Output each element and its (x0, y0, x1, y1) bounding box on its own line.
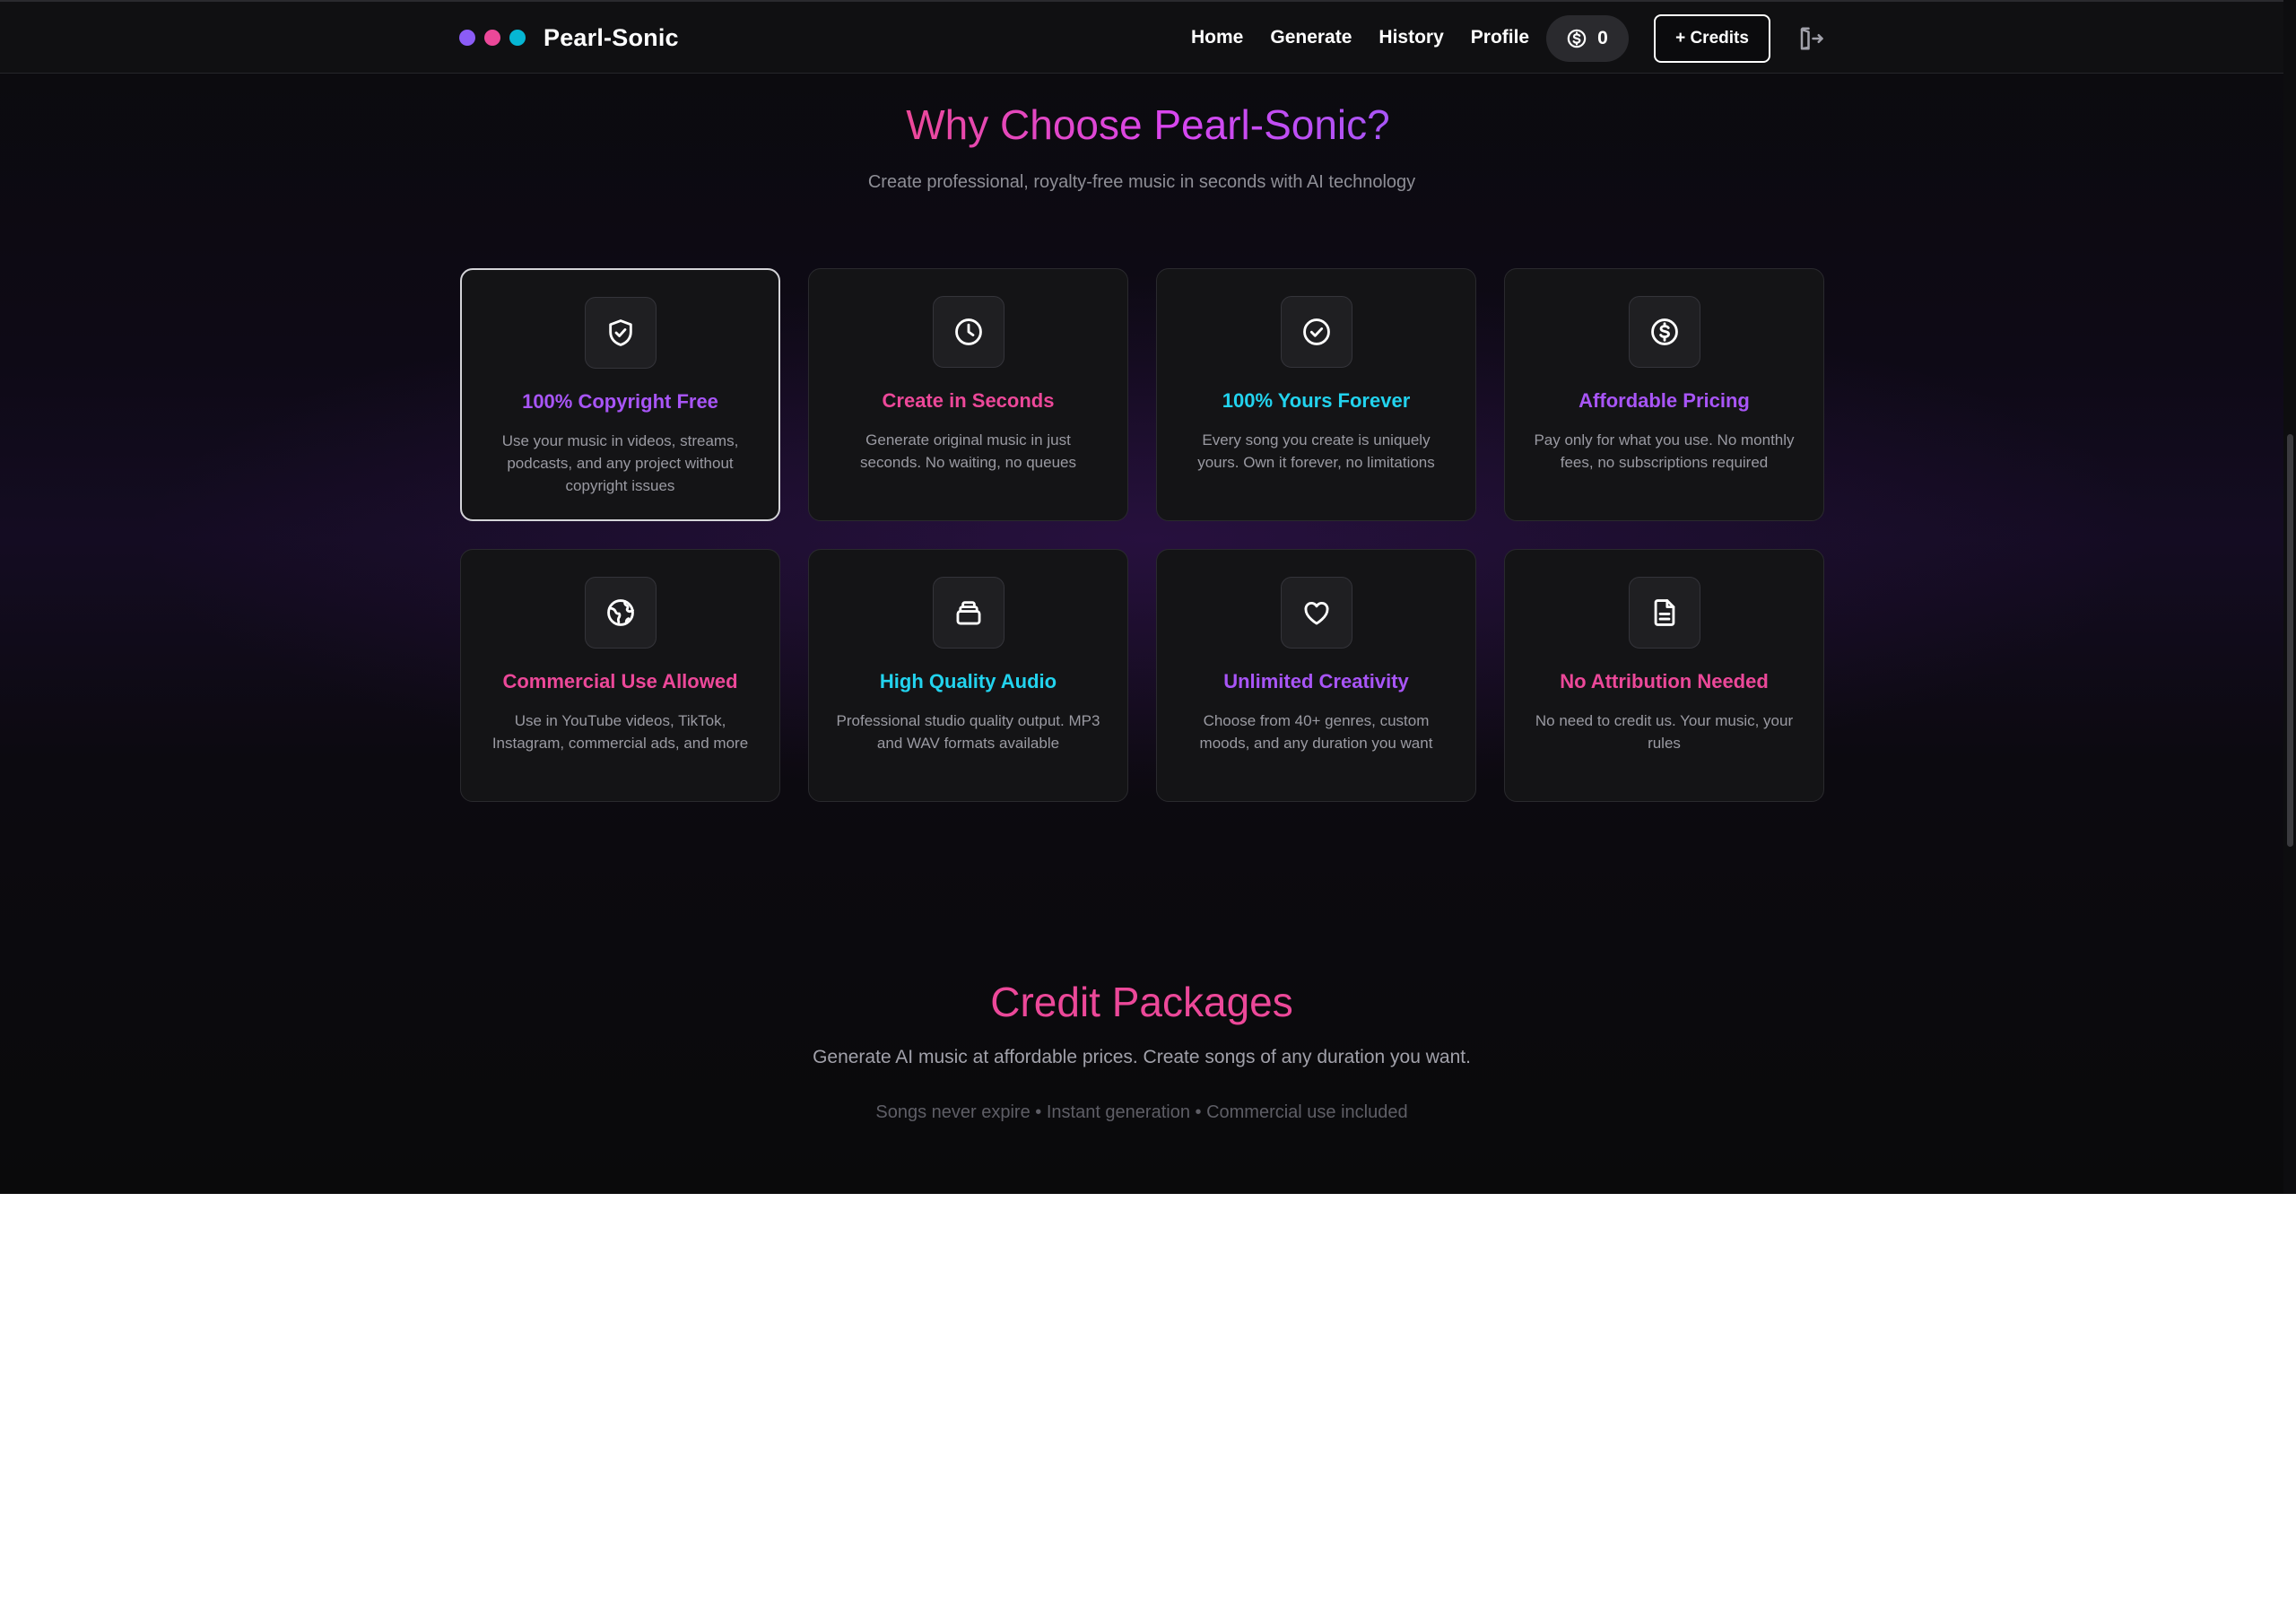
shield-check-icon (608, 319, 632, 346)
feature-card-affordable-pricing[interactable]: Affordable Pricing Pay only for what you… (1504, 268, 1824, 521)
feature-card-copyright-free[interactable]: 100% Copyright Free Use your music in vi… (460, 268, 780, 521)
feature-description: Choose from 40+ genres, custom moods, an… (1199, 712, 1433, 752)
why-choose-title: Why Choose Pearl-Sonic? (906, 101, 1390, 148)
feature-icon-box (1628, 577, 1700, 649)
feature-grid: 100% Copyright Free Use your music in vi… (460, 268, 1824, 802)
feature-description: Pay only for what you use. No monthly fe… (1534, 431, 1795, 471)
feature-icon-box (932, 577, 1004, 649)
feature-title: Create in Seconds (882, 389, 1055, 412)
nav-link-home[interactable]: Home (1191, 27, 1243, 48)
feature-title: Unlimited Creativity (1223, 670, 1409, 692)
feature-card-no-attribution[interactable]: No Attribution Needed No need to credit … (1504, 549, 1824, 802)
file-text-icon (1654, 599, 1674, 626)
page-scrollbar-thumb[interactable] (2287, 434, 2293, 847)
feature-title: High Quality Audio (879, 670, 1057, 692)
feature-icon-box (1280, 577, 1352, 649)
feature-icon-box (584, 297, 657, 369)
main-nav: Home Generate History Profile (1191, 2, 1556, 74)
brand-name: Pearl-Sonic (544, 23, 679, 51)
feature-icon-box (584, 577, 657, 649)
credit-packages-features: Songs never expire • Instant generation … (875, 1102, 1408, 1122)
feature-title: 100% Copyright Free (522, 390, 718, 413)
credit-packages-title: Credit Packages (990, 979, 1293, 1025)
brand-dot-cyan (509, 30, 526, 46)
feature-description: Professional studio quality output. MP3 … (836, 712, 1100, 752)
feature-description: Generate original music in just seconds.… (860, 431, 1076, 471)
feature-card-high-quality-audio[interactable]: High Quality Audio Professional studio q… (808, 549, 1128, 802)
layers-icon (956, 601, 980, 625)
feature-card-unlimited-creativity[interactable]: Unlimited Creativity Choose from 40+ gen… (1156, 549, 1476, 802)
brand-dot-pink (484, 30, 500, 46)
clock-icon (954, 318, 982, 345)
heart-icon (1304, 602, 1328, 625)
feature-card-create-in-seconds[interactable]: Create in Seconds Generate original musi… (808, 268, 1128, 521)
feature-description: Use your music in videos, streams, podca… (501, 432, 739, 494)
feature-card-commercial-use[interactable]: Commercial Use Allowed Use in YouTube vi… (460, 549, 780, 802)
check-circle-icon (1302, 318, 1330, 345)
feature-description: No need to credit us. Your music, your r… (1535, 712, 1794, 752)
credit-balance-value: 0 (1597, 28, 1608, 48)
credit-packages-subtitle: Generate AI music at affordable prices. … (813, 1047, 1471, 1067)
feature-card-yours-forever[interactable]: 100% Yours Forever Every song you create… (1156, 268, 1476, 521)
credit-balance-pill[interactable]: 0 (1546, 15, 1629, 62)
top-navbar: Pearl-Sonic Home Generate History Profil… (0, 0, 2283, 74)
why-choose-subtitle: Create professional, royalty-free music … (867, 172, 1416, 192)
feature-icon-box (1628, 296, 1700, 368)
feature-title: Commercial Use Allowed (502, 670, 738, 692)
globe-icon (606, 599, 634, 626)
feature-icon-box (932, 296, 1004, 368)
feature-title: Affordable Pricing (1578, 389, 1750, 412)
logout-icon[interactable] (1797, 25, 1824, 52)
dollar-circle-icon (1650, 318, 1678, 345)
nav-link-generate[interactable]: Generate (1270, 27, 1352, 48)
brand-dot-purple (459, 30, 475, 46)
brand-logo[interactable]: Pearl-Sonic (459, 2, 679, 74)
feature-title: 100% Yours Forever (1222, 389, 1411, 412)
feature-title: No Attribution Needed (1560, 670, 1769, 692)
feature-description: Every song you create is uniquely yours.… (1197, 431, 1435, 471)
page-viewport: Pearl-Sonic Home Generate History Profil… (0, 0, 2296, 1194)
add-credits-button[interactable]: + Credits (1654, 14, 1770, 63)
nav-link-history[interactable]: History (1378, 27, 1443, 48)
nav-link-profile[interactable]: Profile (1471, 27, 1529, 48)
feature-description: Use in YouTube videos, TikTok, Instagram… (491, 712, 749, 752)
feature-icon-box (1280, 296, 1352, 368)
coin-icon (1567, 29, 1587, 48)
